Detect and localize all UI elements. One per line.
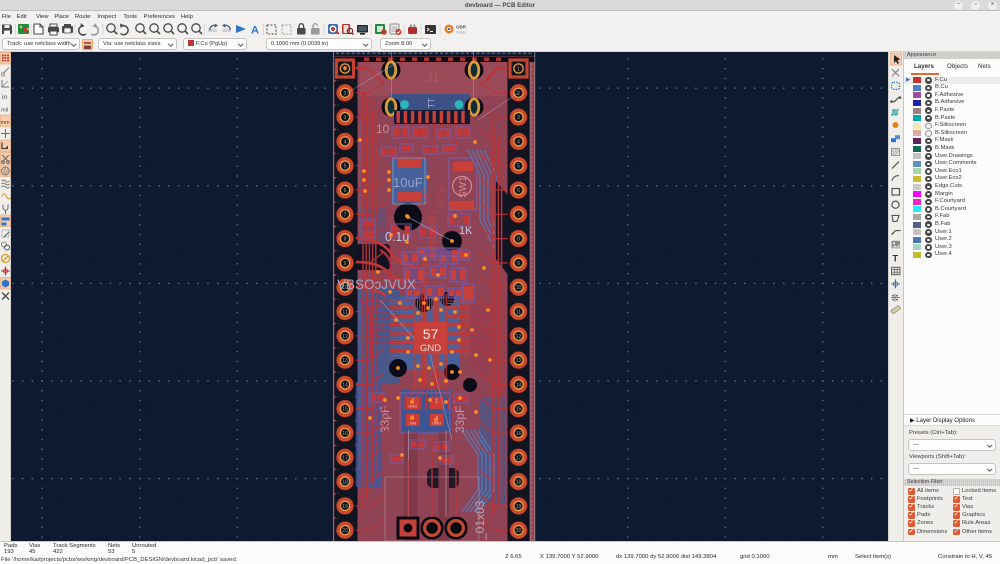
svg-text:17: 17 — [342, 455, 348, 461]
svg-text:6: 6 — [517, 188, 520, 194]
svg-text:10: 10 — [516, 285, 522, 291]
svg-text:4: 4 — [344, 139, 347, 145]
svg-text:18: 18 — [516, 480, 522, 486]
svg-text:19: 19 — [516, 504, 522, 510]
svg-text:J1: J1 — [426, 70, 440, 85]
svg-text:5: 5 — [517, 164, 520, 170]
svg-text:12: 12 — [516, 334, 522, 340]
svg-text:XIN: XIN — [409, 421, 416, 426]
svg-text:20: 20 — [342, 528, 348, 534]
svg-text:10uF: 10uF — [393, 175, 423, 190]
svg-text:17: 17 — [516, 455, 522, 461]
svg-text:11: 11 — [516, 310, 521, 316]
svg-text:1K: 1K — [459, 225, 473, 237]
svg-text:20: 20 — [516, 528, 522, 534]
svg-text:15: 15 — [516, 407, 522, 413]
svg-text:in: in — [2, 94, 7, 101]
svg-text:15: 15 — [342, 407, 348, 413]
svg-text:33pF: 33pF — [453, 406, 467, 433]
svg-text:GBR: GBR — [456, 25, 467, 30]
svg-text:SW1: SW1 — [458, 176, 469, 198]
svg-text:9: 9 — [344, 261, 347, 267]
svg-text:9: 9 — [517, 261, 520, 267]
svg-text:330: 330 — [419, 190, 429, 205]
svg-text:4.7u: 4.7u — [436, 187, 446, 205]
svg-text:7: 7 — [517, 212, 520, 218]
svg-text:13: 13 — [516, 358, 522, 364]
svg-text:14: 14 — [342, 382, 348, 388]
svg-text:Order: Order — [456, 31, 466, 35]
svg-text:8: 8 — [517, 237, 520, 243]
svg-text:3: 3 — [344, 115, 347, 121]
svg-text:18: 18 — [342, 480, 348, 486]
svg-text:2: 2 — [344, 91, 347, 97]
svg-text:8: 8 — [344, 237, 347, 243]
svg-text:4: 4 — [517, 139, 520, 145]
svg-text:1: 1 — [517, 67, 520, 73]
svg-text:7: 7 — [344, 212, 347, 218]
svg-text:11: 11 — [342, 310, 347, 316]
svg-text:GND: GND — [420, 343, 441, 354]
svg-text:19: 19 — [342, 504, 348, 510]
svg-text:mil: mil — [1, 108, 8, 114]
svg-text:1: 1 — [435, 399, 438, 405]
svg-text:T: T — [893, 254, 899, 264]
svg-text:5: 5 — [344, 164, 347, 170]
svg-text:PJ-850-33: PJ-850-33 — [420, 258, 430, 300]
svg-text:10: 10 — [376, 122, 390, 136]
svg-text:57: 57 — [423, 326, 439, 342]
svg-text:A: A — [251, 25, 259, 37]
svg-text:3: 3 — [517, 115, 520, 121]
svg-text:VBSOᴐJVUX: VBSOᴐJVUX — [337, 277, 416, 292]
svg-text:TT: TT — [427, 98, 436, 108]
svg-text:MCP73831: MCP73831 — [428, 210, 439, 258]
svg-text:GND: GND — [408, 404, 417, 409]
svg-text:12: 12 — [342, 334, 348, 340]
svg-text:16: 16 — [342, 431, 348, 437]
svg-text:14: 14 — [516, 382, 522, 388]
svg-text:2: 2 — [517, 91, 520, 97]
svg-text:6: 6 — [344, 188, 347, 194]
svg-text:16: 16 — [516, 431, 522, 437]
svg-text:_01x03: _01x03 — [473, 500, 487, 541]
svg-text:mm: mm — [1, 120, 11, 126]
svg-text:13: 13 — [342, 358, 348, 364]
